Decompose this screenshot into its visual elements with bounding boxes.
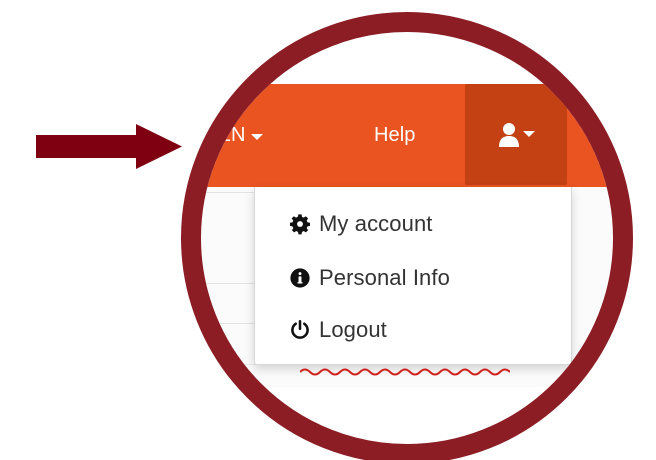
caret-down-icon: [522, 130, 535, 137]
menu-item-logout[interactable]: Logout: [289, 311, 387, 349]
caret-down-icon: [250, 133, 263, 140]
menu-item-label: My account: [319, 211, 433, 236]
info-icon: [289, 267, 311, 289]
power-icon: [289, 319, 311, 341]
user-menu-toggle[interactable]: [465, 84, 567, 185]
help-link[interactable]: Help: [374, 84, 434, 187]
menu-item-label: Personal Info: [319, 265, 450, 290]
help-label: Help: [374, 124, 416, 146]
menu-item-personal-info[interactable]: Personal Info: [289, 259, 450, 297]
gear-icon: [289, 213, 311, 235]
language-label: e: EN: [195, 124, 246, 146]
zoomed-ui-crop: e: EN Help My account Personal Info Logo…: [195, 32, 613, 444]
menu-item-label: Logout: [319, 317, 387, 342]
spellcheck-underline: [300, 368, 510, 376]
user-icon: [498, 122, 519, 147]
background-divider: [201, 323, 256, 324]
language-dropdown[interactable]: e: EN: [195, 84, 317, 187]
menu-item-my-account[interactable]: My account: [289, 205, 433, 243]
screenshot-stage: e: EN Help My account Personal Info Logo…: [0, 0, 656, 460]
background-divider: [201, 192, 256, 193]
user-dropdown-menu: My account Personal Info Logout: [254, 187, 572, 365]
background-divider: [201, 283, 256, 284]
